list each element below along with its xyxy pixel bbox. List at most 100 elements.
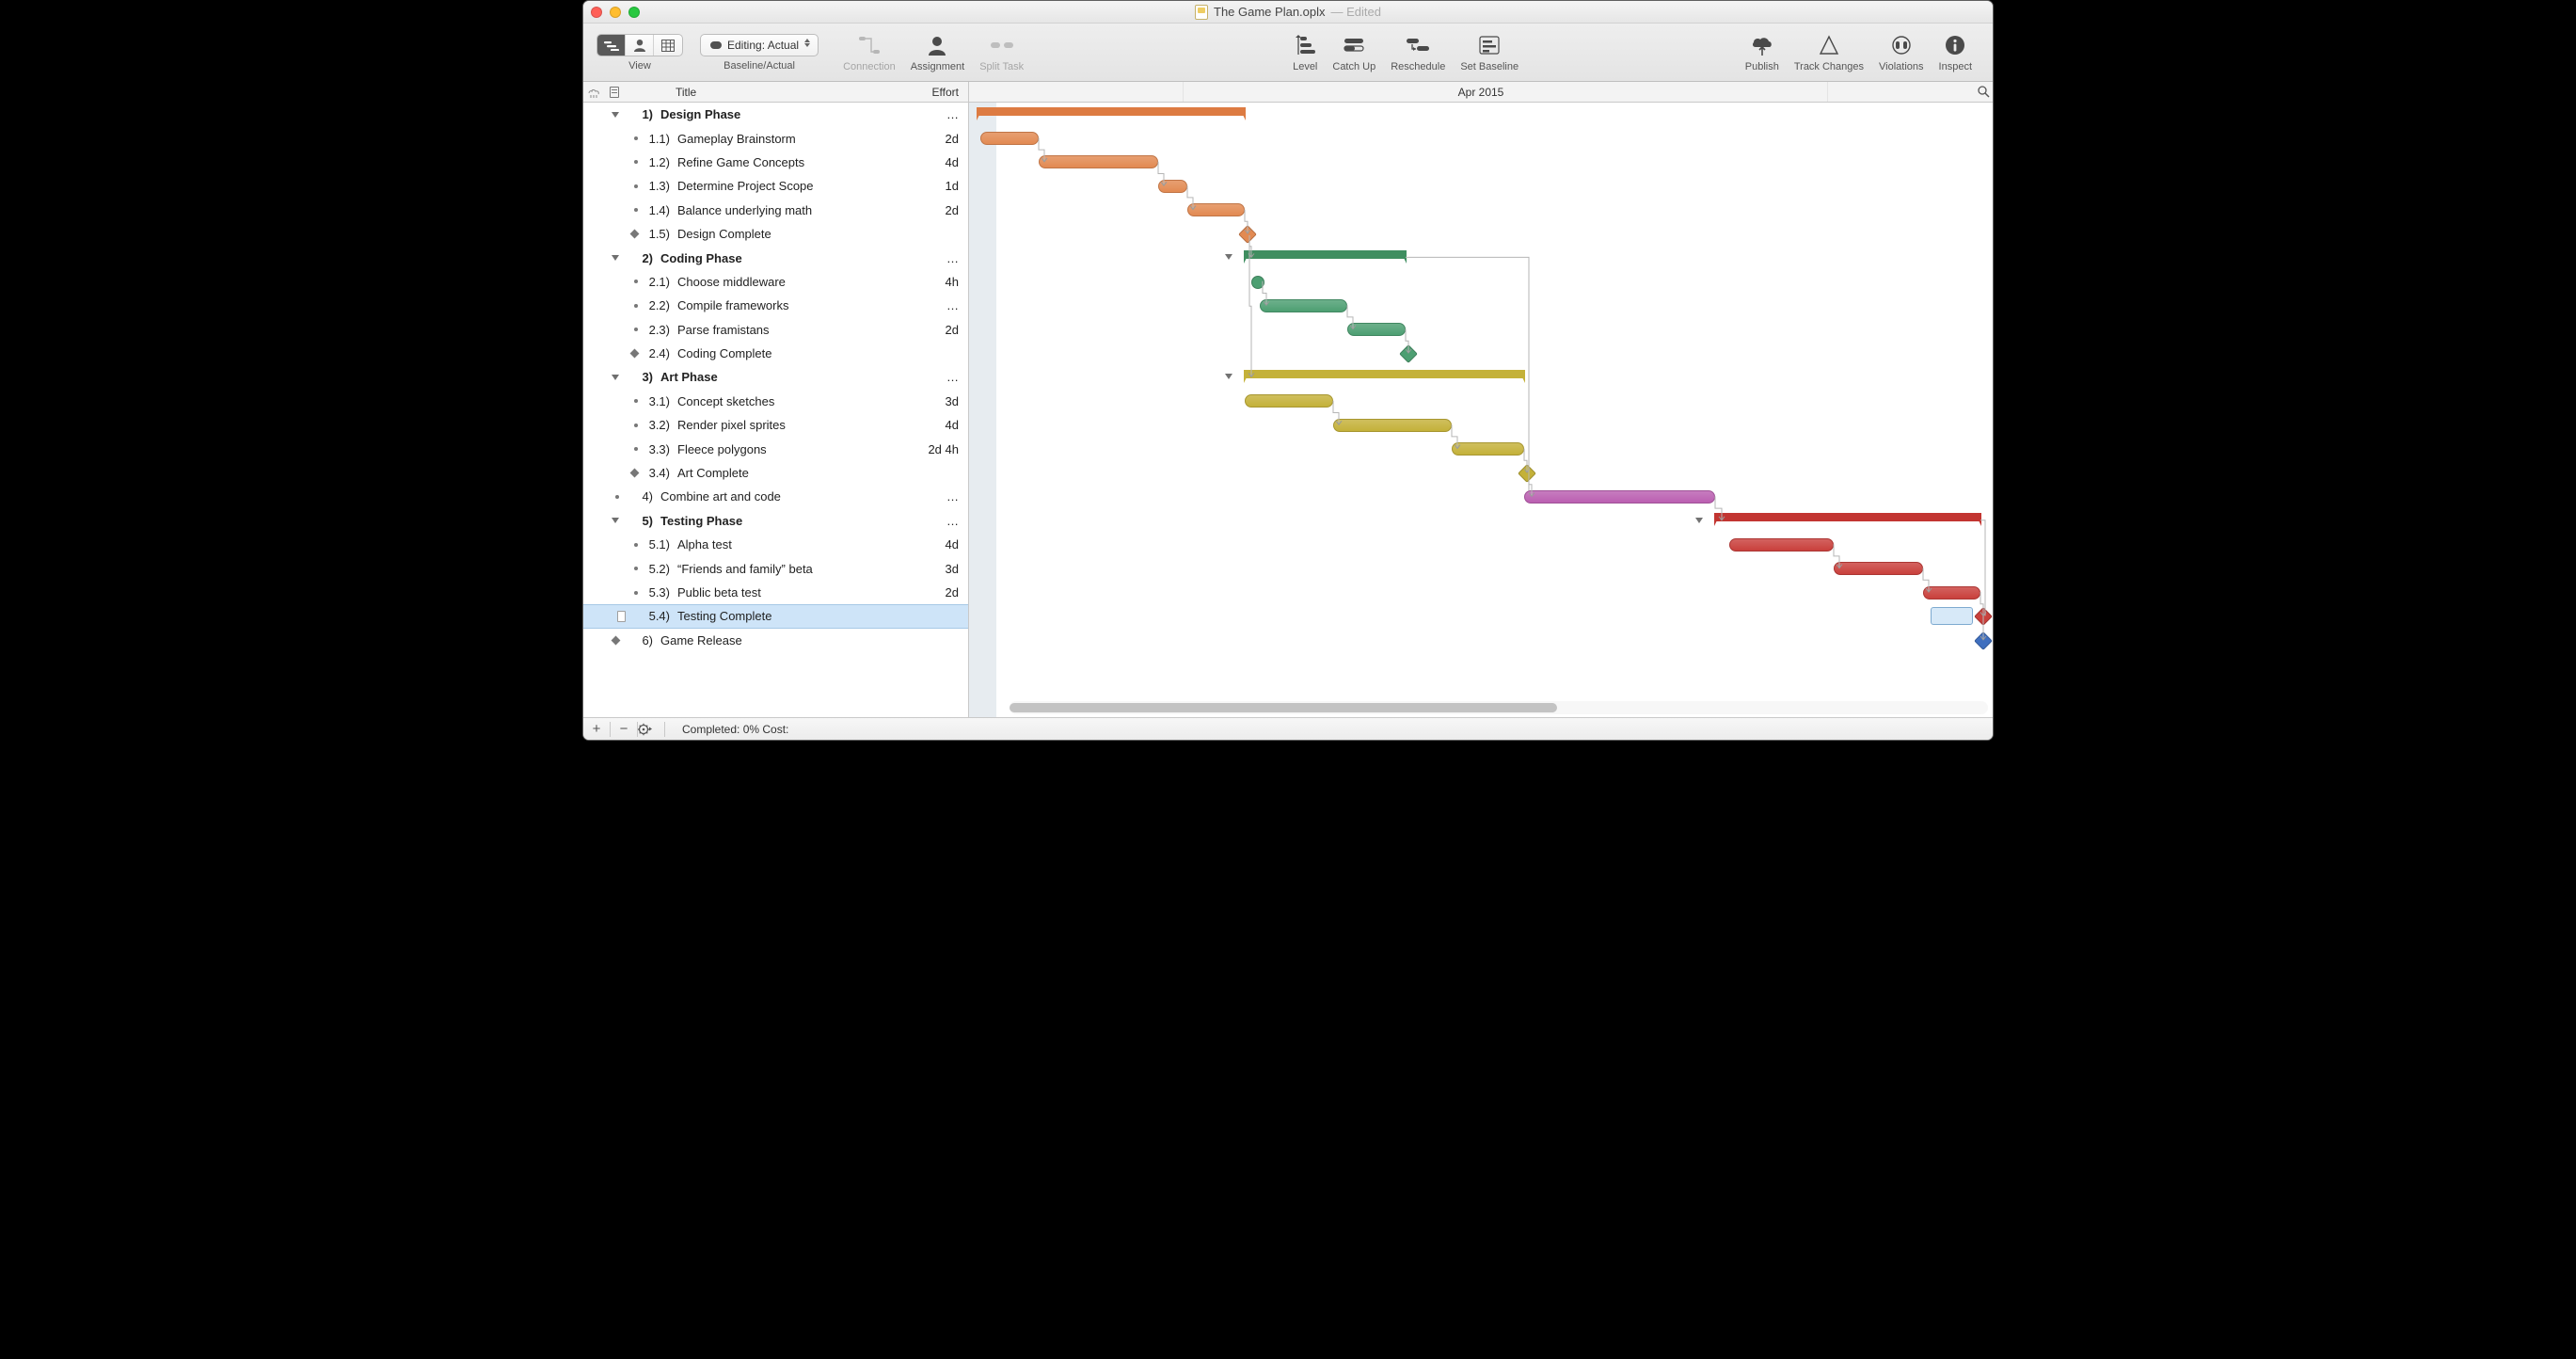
gantt-group-bar[interactable] [1245,250,1406,259]
task-effort[interactable]: … [910,107,968,121]
task-row[interactable]: 1)Design Phase… [583,103,968,126]
horizontal-scrollbar[interactable] [1010,701,1988,714]
gantt-task-bar[interactable] [1039,155,1158,168]
task-title[interactable]: Art Complete [674,466,910,480]
task-title[interactable]: Design Phase [657,107,910,121]
gantt-row[interactable] [969,413,1993,437]
task-title[interactable]: Concept sketches [674,394,910,408]
task-title[interactable]: Parse framistans [674,323,910,337]
gantt-row[interactable] [969,103,1993,126]
gantt-row[interactable] [969,438,1993,461]
gantt-row[interactable] [969,174,1993,198]
task-row[interactable]: 3.2)Render pixel sprites4d [583,413,968,437]
gantt-row[interactable] [969,222,1993,246]
split-task-button[interactable]: Split Task [972,33,1031,72]
task-title[interactable]: Testing Complete [674,609,910,623]
task-row[interactable]: 3.4)Art Complete [583,461,968,485]
gantt-task-bar[interactable] [1260,299,1347,312]
task-effort[interactable]: … [910,514,968,528]
task-title[interactable]: Render pixel sprites [674,418,910,432]
task-row[interactable]: 1.4)Balance underlying math2d [583,199,968,222]
minimize-button[interactable] [610,7,621,18]
timeline-zoom-icon[interactable] [1978,86,1990,98]
assignment-button[interactable]: Assignment [903,33,972,72]
task-effort[interactable]: 4d [910,155,968,169]
gantt-group-expander-icon[interactable] [1695,518,1703,523]
task-title[interactable]: Alpha test [674,537,910,552]
task-row[interactable]: 6)Game Release [583,629,968,652]
task-effort[interactable]: … [910,370,968,384]
gantt-milestone[interactable] [1238,225,1257,244]
track-changes-button[interactable]: Track Changes [1787,33,1871,72]
gantt-row[interactable] [969,151,1993,174]
view-calendar-button[interactable] [654,35,682,56]
task-title[interactable]: Public beta test [674,585,910,600]
gantt-task-bar[interactable] [1452,442,1524,456]
level-button[interactable]: Level [1285,33,1325,72]
task-effort[interactable]: 4d [910,537,968,552]
task-title[interactable]: Coding Complete [674,346,910,360]
task-effort[interactable]: 3d [910,394,968,408]
gantt-task-bar[interactable] [1245,394,1333,408]
task-effort[interactable]: 4h [910,275,968,289]
task-effort[interactable]: 1d [910,179,968,193]
gantt-row[interactable] [969,509,1993,533]
disclosure-triangle-icon[interactable] [612,375,619,380]
task-title[interactable]: Testing Phase [657,514,910,528]
gantt-task-bar[interactable] [1347,323,1406,336]
task-row[interactable]: 1.3)Determine Project Scope1d [583,174,968,198]
gantt-task-bar[interactable] [1923,586,1980,600]
gantt-row[interactable] [969,461,1993,485]
task-row[interactable]: 5.2)“Friends and family” beta3d [583,556,968,580]
gantt-row[interactable] [969,581,1993,604]
task-row[interactable]: 2.2)Compile frameworks… [583,294,968,317]
gantt-task-bar[interactable] [1333,419,1452,432]
gantt-group-expander-icon[interactable] [1225,254,1232,260]
task-effort[interactable]: … [910,489,968,504]
scrollbar-thumb[interactable] [1010,703,1557,712]
task-row[interactable]: 1.1)Gameplay Brainstorm2d [583,126,968,150]
gantt-milestone[interactable] [1399,344,1418,363]
notes-column-header[interactable] [604,87,625,98]
baseline-actual-dropdown[interactable]: Editing: Actual [700,34,819,56]
view-gantt-button[interactable] [597,35,626,56]
task-title[interactable]: Balance underlying math [674,203,910,217]
task-row[interactable]: 2.4)Coding Complete [583,342,968,365]
effort-column-header[interactable]: Effort [910,86,968,99]
task-title[interactable]: Gameplay Brainstorm [674,132,910,146]
maximize-button[interactable] [628,7,640,18]
gantt-row[interactable] [969,365,1993,389]
gantt-row[interactable] [969,318,1993,342]
task-effort[interactable]: … [910,298,968,312]
disclosure-triangle-icon[interactable] [612,255,619,261]
violations-button[interactable]: Violations [1871,33,1932,72]
gantt-row[interactable] [969,533,1993,556]
gantt-row[interactable] [969,294,1993,317]
task-row[interactable]: 5.1)Alpha test4d [583,533,968,556]
task-title[interactable]: Design Complete [674,227,910,241]
catch-up-button[interactable]: Catch Up [1325,33,1383,72]
task-outline[interactable]: 1)Design Phase…1.1)Gameplay Brainstorm2d… [583,103,969,717]
gantt-task-bar[interactable] [1729,538,1834,552]
task-row[interactable]: 3.1)Concept sketches3d [583,390,968,413]
task-title[interactable]: Choose middleware [674,275,910,289]
gantt-group-bar[interactable] [1715,513,1980,521]
task-title[interactable]: Compile frameworks [674,298,910,312]
gantt-row[interactable] [969,629,1993,652]
task-title[interactable]: Fleece polygons [674,442,910,456]
close-button[interactable] [591,7,602,18]
gantt-milestone[interactable] [1974,607,1993,626]
set-baseline-button[interactable]: Set Baseline [1453,33,1526,72]
task-row[interactable]: 2)Coding Phase… [583,246,968,269]
gantt-task-bar[interactable] [980,132,1039,145]
task-row[interactable]: 2.3)Parse framistans2d [583,318,968,342]
task-title[interactable]: Refine Game Concepts [674,155,910,169]
inspect-button[interactable]: Inspect [1932,33,1980,72]
publish-button[interactable]: Publish [1738,33,1787,72]
task-effort[interactable]: 2d [910,323,968,337]
gantt-row[interactable] [969,604,1993,628]
task-row[interactable]: 1.2)Refine Game Concepts4d [583,151,968,174]
disclosure-triangle-icon[interactable] [612,112,619,118]
view-resource-button[interactable] [626,35,654,56]
gantt-row[interactable] [969,557,1993,581]
